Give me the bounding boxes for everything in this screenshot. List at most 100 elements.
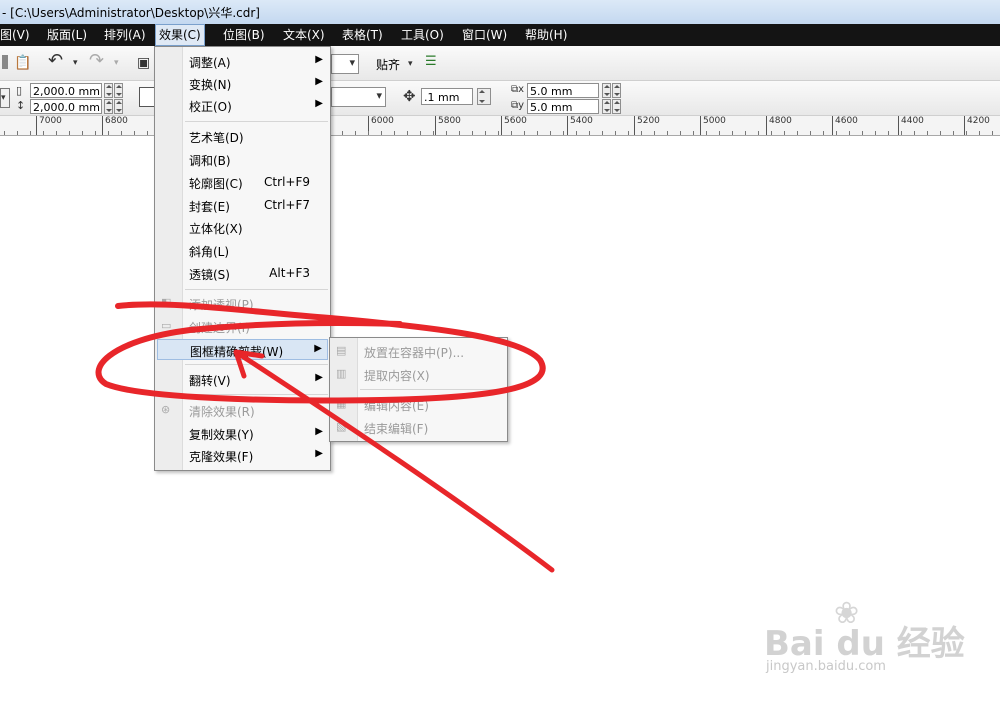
menu-item-transform[interactable]: 变换(N) ▶ [157,73,328,94]
menu-view[interactable]: 图(V) [0,24,30,46]
shortcut-label: Ctrl+F9 [264,175,310,189]
ruler-minor-tick [680,131,681,135]
ruler-minor-tick [641,131,642,135]
ruler-tick-label: 5600 [504,116,527,126]
window-title: - [C:\Users\Administrator\Desktop\兴华.cdr… [2,6,260,20]
ruler-minor-tick [4,131,5,135]
standard-toolbar: 📋 ↶ ▾ ↷ ▾ ▣ 贴齐 ▾ ☰ [0,46,1000,81]
page-size-dropdown[interactable]: ▾ [0,88,10,108]
paste-icon[interactable]: 📋 [14,55,31,71]
menu-item-label: 添加透视(P) [189,298,254,312]
menu-item-label: 调和(B) [189,154,231,168]
ruler-minor-tick [43,131,44,135]
menu-item-label: 复制效果(Y) [189,428,254,442]
menu-item-clone-effect[interactable]: 克隆效果(F) ▶ [157,445,328,466]
height-spinner-2[interactable] [114,99,123,114]
ruler-minor-tick [745,131,746,135]
menu-window[interactable]: 窗口(W) [462,24,507,46]
ruler-minor-tick [914,131,915,135]
menu-item-contour[interactable]: 轮廓图(C) Ctrl+F9 [157,172,328,193]
menu-table[interactable]: 表格(T) [342,24,383,46]
zoom-dropdown[interactable] [331,54,359,74]
submenu-arrow-icon: ▶ [315,448,323,459]
width-spinner-2[interactable] [114,83,123,98]
ruler-minor-tick [901,131,902,135]
menu-item-bevel[interactable]: 斜角(L) [157,240,328,261]
nudge-distance-field[interactable]: .1 mm [421,88,473,105]
watermark-url: jingyan.baidu.com [766,659,886,674]
menu-item-add-perspective[interactable]: ◧ 添加透视(P) [157,293,328,314]
finish-editing-icon: ▧ [336,420,347,433]
ruler-tick-label: 6000 [371,116,394,126]
watermark-brand: Bai du 经验 [764,624,965,664]
menu-item-edit-contents[interactable]: ▦ 编辑内容(E) [332,394,505,415]
page-width-field[interactable]: 2,000.0 mm [30,83,102,98]
menu-item-lens[interactable]: 透镜(S) Alt+F3 [157,263,328,284]
ruler-minor-tick [17,131,18,135]
ruler-minor-tick [121,131,122,135]
menu-item-label: 放置在容器中(P)... [364,346,465,360]
units-dropdown[interactable] [331,87,386,107]
menu-bitmaps[interactable]: 位图(B) [223,24,265,46]
page-height-field[interactable]: 2,000.0 mm [30,99,102,114]
ruler-minor-tick [498,131,499,135]
width-spinner[interactable] [104,83,113,98]
height-spinner[interactable] [104,99,113,114]
menu-item-extrude[interactable]: 立体化(X) [157,217,328,238]
menu-tools[interactable]: 工具(O) [401,24,444,46]
dup-x-spinner-2[interactable] [612,83,621,98]
options-icon[interactable]: ☰ [425,54,437,70]
menu-item-label: 提取内容(X) [364,369,430,383]
menu-item-create-boundary[interactable]: ▭ 创建边界(I) [157,316,328,337]
ruler-minor-tick [108,131,109,135]
snap-to-label[interactable]: 贴齐 [376,56,400,73]
menu-text[interactable]: 文本(X) [283,24,325,46]
menu-item-artistic-media[interactable]: 艺术笔(D) [157,126,328,147]
menu-item-powerclip[interactable]: 图框精确剪裁(W) ▶ [157,339,328,360]
menu-item-label: 编辑内容(E) [364,399,429,413]
ruler-minor-tick [732,131,733,135]
menu-item-adjust[interactable]: 调整(A) ▶ [157,51,328,72]
undo-dropdown-icon[interactable]: ▾ [73,55,78,71]
dup-x-spinner[interactable] [602,83,611,98]
ruler-tick-label: 4800 [769,116,792,126]
shortcut-label: Alt+F3 [269,266,310,280]
ruler-minor-tick [134,131,135,135]
toolbar-edge [2,55,8,69]
dup-y-spinner-2[interactable] [612,99,621,114]
ruler-minor-tick [784,131,785,135]
undo-icon[interactable]: ↶ [48,52,63,70]
ruler-minor-tick [576,131,577,135]
nudge-spinner[interactable] [477,88,491,105]
ruler-tick-label: 5800 [438,116,461,126]
menu-item-blend[interactable]: 调和(B) [157,149,328,170]
duplicate-x-field[interactable]: 5.0 mm [527,83,599,98]
ruler-minor-tick [459,131,460,135]
menu-item-place-in-container[interactable]: ▤ 放置在容器中(P)... [332,341,505,362]
duplicate-y-field[interactable]: 5.0 mm [527,99,599,114]
snap-dropdown-icon[interactable]: ▾ [408,56,413,72]
ruler-minor-tick [823,131,824,135]
horizontal-ruler[interactable]: 7000 6800 6000 5800 5600 5400 5200 5000 4800 4600… [0,116,1000,136]
menu-item-extract-contents[interactable]: ▥ 提取内容(X) [332,364,505,385]
menu-item-envelope[interactable]: 封套(E) Ctrl+F7 [157,195,328,216]
menu-effects[interactable]: 效果(C) [155,24,205,46]
ruler-minor-tick [797,131,798,135]
redo-dropdown-icon[interactable]: ▾ [114,55,119,71]
menu-item-clear-effect[interactable]: ⊛ 清除效果(R) [157,400,328,421]
menu-item-copy-effect[interactable]: 复制效果(Y) ▶ [157,423,328,444]
menu-item-correction[interactable]: 校正(O) ▶ [157,95,328,116]
menu-help[interactable]: 帮助(H) [525,24,567,46]
baidu-watermark: ❀ Bai du 经验 jingyan.baidu.com [764,596,965,674]
ruler-minor-tick [472,131,473,135]
dup-y-spinner[interactable] [602,99,611,114]
menu-item-flip[interactable]: 翻转(V) ▶ [157,369,328,390]
menu-arrange[interactable]: 排列(A) [104,24,146,46]
ruler-minor-tick [992,131,993,135]
import-icon[interactable]: ▣ [137,55,150,71]
ruler-tick-label: 5400 [570,116,593,126]
menu-item-finish-editing[interactable]: ▧ 结束编辑(F) [332,417,505,438]
clear-effect-icon: ⊛ [161,403,171,416]
menu-layout[interactable]: 版面(L) [47,24,87,46]
redo-icon[interactable]: ↷ [89,52,104,70]
